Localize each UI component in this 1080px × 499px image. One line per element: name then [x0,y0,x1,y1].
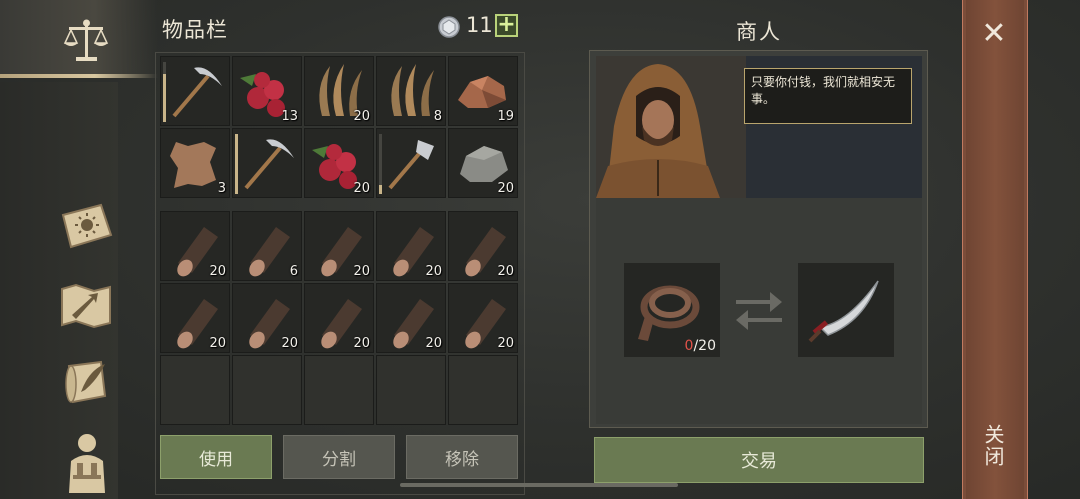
item-count: 20 [353,336,370,351]
trade-button[interactable]: 交易 [594,437,924,483]
inventory-slot[interactable]: 20 [232,283,302,353]
inventory-slot[interactable]: 3 [160,128,230,198]
item-count: 20 [209,264,226,279]
inventory-slot[interactable]: 20 [304,128,374,198]
inventory-grid-top: 13 20 8 19 3 20 20 [160,56,518,198]
merchant-title: 商人 [736,20,782,44]
inventory-slot[interactable] [232,128,302,198]
pickaxe-icon [244,139,294,190]
inventory-title: 物品栏 [162,18,228,42]
trade-need-count: /20 [693,338,716,354]
hatchet-icon [388,140,434,190]
journal-sun-icon[interactable] [56,200,116,252]
scroll-quill-icon[interactable] [60,355,114,409]
inventory-slot[interactable] [160,56,230,126]
durability-bar [235,134,238,194]
scrollbar[interactable] [400,483,678,487]
item-count: 20 [209,336,226,351]
remove-button[interactable]: 移除 [406,435,518,479]
close-label[interactable]: 关闭 [981,424,1008,468]
inventory-slot[interactable]: 13 [232,56,302,126]
item-count: 6 [289,264,298,279]
inventory-slot[interactable]: 20 [160,283,230,353]
add-currency-button[interactable]: + [495,14,518,37]
inventory-slot-empty[interactable] [448,355,518,425]
currency-count: 11 [466,13,493,37]
inventory-slot-empty[interactable] [304,355,374,425]
inventory-slot-empty[interactable] [232,355,302,425]
trade-give-slot[interactable]: 0/20 [624,263,720,357]
item-count: 19 [497,109,514,124]
item-count: 20 [281,336,298,351]
inventory-slot[interactable] [376,128,446,198]
map-icon[interactable] [58,280,114,330]
inventory-slot[interactable]: 20 [160,211,230,281]
inventory-slot[interactable]: 6 [232,211,302,281]
item-count: 20 [425,264,442,279]
trade-arrows-icon [734,288,784,332]
trade-give-count: 0/20 [685,338,716,354]
silver-coin-icon [438,16,460,38]
split-button[interactable]: 分割 [283,435,395,479]
inventory-slot[interactable]: 20 [448,128,518,198]
character-icon[interactable] [58,428,116,494]
item-count: 20 [497,336,514,351]
inventory-slot[interactable]: 20 [304,56,374,126]
inventory-slot[interactable]: 19 [448,56,518,126]
item-count: 13 [281,109,298,124]
sabre-icon [808,280,879,343]
inventory-slot[interactable]: 20 [304,211,374,281]
item-count: 20 [353,181,370,196]
inventory-slot[interactable]: 20 [448,283,518,353]
inventory-slot[interactable]: 20 [376,211,446,281]
item-count: 20 [425,336,442,351]
scales-icon[interactable] [58,12,114,68]
inventory-slot[interactable]: 20 [304,283,374,353]
inventory-slot[interactable]: 8 [376,56,446,126]
inventory-slot[interactable]: 20 [448,211,518,281]
merchant-speech-bubble: 只要你付钱，我们就相安无事。 [744,68,912,124]
item-count: 3 [217,181,226,196]
inventory-slot[interactable]: 20 [376,283,446,353]
item-count: 20 [353,264,370,279]
use-button[interactable]: 使用 [160,435,272,479]
item-count: 8 [433,109,442,124]
inventory-grid-logs: 20 6 20 20 20 20 20 20 20 20 [160,211,518,425]
durability-bar [163,74,166,122]
close-icon[interactable]: ✕ [980,19,1008,49]
item-count: 20 [497,264,514,279]
inventory-slot-empty[interactable] [376,355,446,425]
inventory-slot-empty[interactable] [160,355,230,425]
durability-bar [379,185,382,194]
item-count: 20 [353,109,370,124]
pickaxe-icon [172,67,222,118]
item-count: 20 [497,181,514,196]
trade-receive-slot[interactable] [798,263,894,357]
